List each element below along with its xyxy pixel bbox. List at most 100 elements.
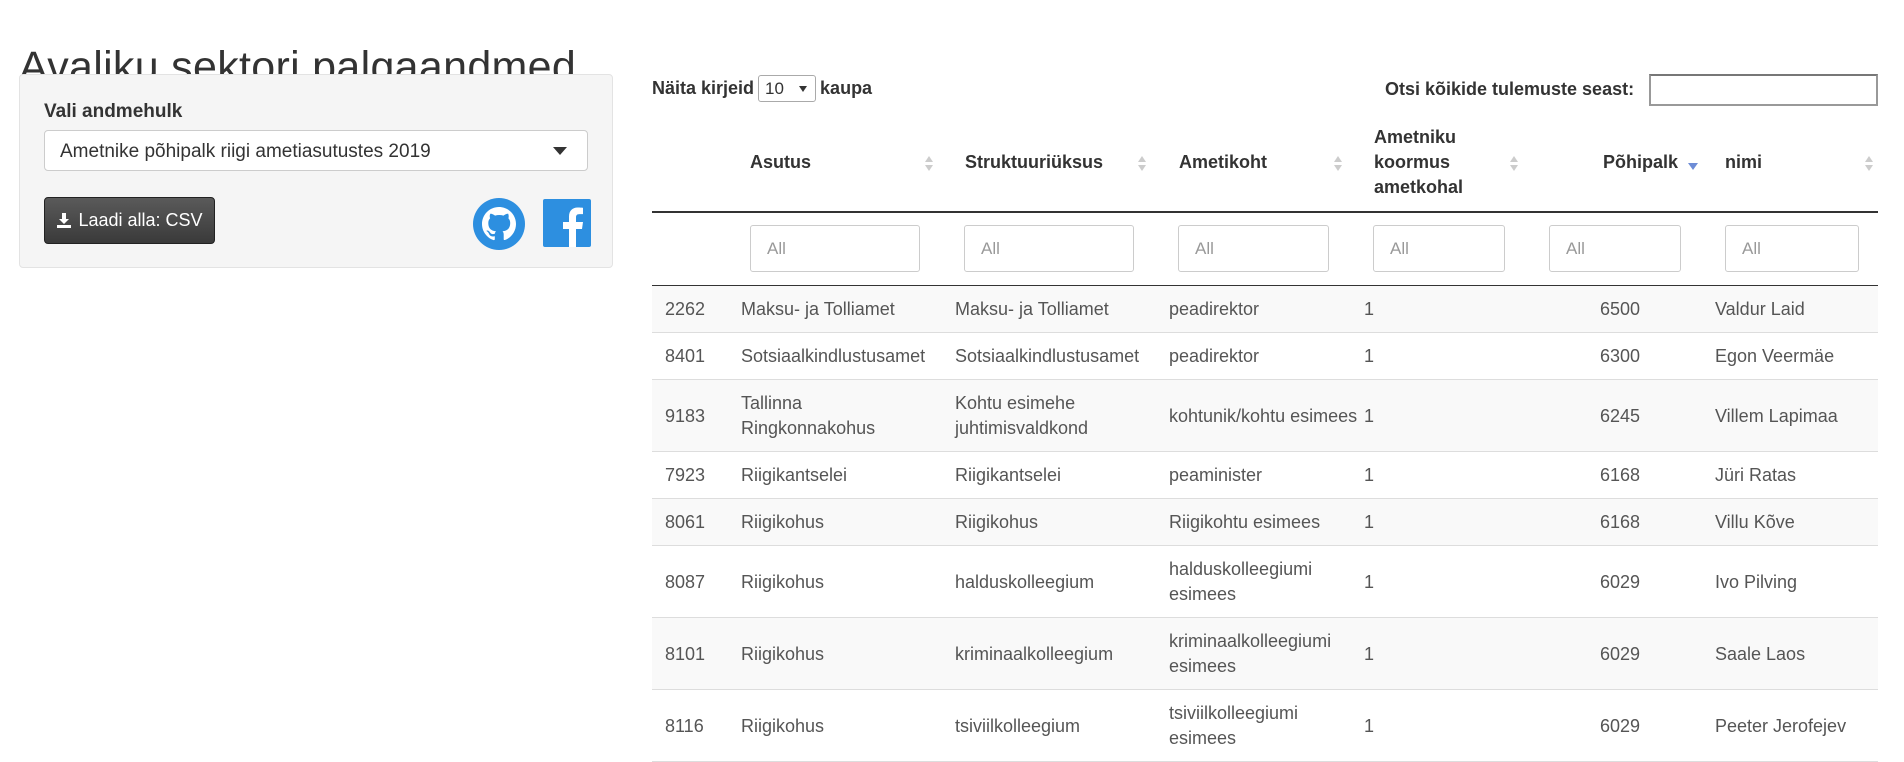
dataset-select[interactable]: Ametnike põhipalk riigi ametiasutustes 2… xyxy=(44,130,588,171)
cell-id: 8087 xyxy=(665,572,706,592)
cell-koormus: 1 xyxy=(1364,299,1375,319)
table-row: 7923 Riigikantselei Riigikantselei peaminis… xyxy=(652,452,1878,499)
cell-id: 7923 xyxy=(665,465,706,485)
filter-input-ametikoht[interactable]: All xyxy=(1178,225,1329,272)
cell-asutus: Riigikohus xyxy=(741,512,825,532)
cell-ametikoht: peadirektor xyxy=(1169,299,1260,319)
cell-koormus: 1 xyxy=(1364,346,1375,366)
cell-id: 8101 xyxy=(665,644,706,664)
page-length-value: 10 xyxy=(765,79,784,98)
col-header-struktuur[interactable]: Struktuuriüksus xyxy=(965,150,1103,175)
page-length-suffix: kaupa xyxy=(820,78,873,98)
table-row: 8087 Riigikohus halduskolleegium halduskoll… xyxy=(652,546,1878,618)
table-row: 9183 Tallinna Ringkonnakohus Kohtu esimehe… xyxy=(652,380,1878,452)
cell-pohipalk: 6168 xyxy=(1599,512,1640,532)
table-row: 8116 Riigikohus tsiviilkolleegium tsiviilko… xyxy=(652,690,1878,762)
cell-id: 2262 xyxy=(665,299,706,319)
cell-ametikoht: Riigikohtu esimees xyxy=(1169,512,1321,532)
page-length-select[interactable]: 10 xyxy=(758,75,817,102)
cell-pohipalk: 6029 xyxy=(1599,572,1640,592)
cell-pohipalk: 6168 xyxy=(1599,465,1640,485)
cell-ametikoht: peadirektor xyxy=(1169,346,1260,366)
dataset-label: Vali andmehulk xyxy=(44,101,183,122)
col-header-pohipalk[interactable]: Põhipalk xyxy=(1603,150,1678,175)
cell-nimi: Saale Laos xyxy=(1715,644,1806,664)
cell-asutus: Riigikantselei xyxy=(741,465,848,485)
chevron-down-icon xyxy=(799,86,808,92)
cell-id: 9183 xyxy=(665,406,706,426)
filter-row: All All All All All All xyxy=(652,213,1878,286)
sort-desc-icon xyxy=(1688,163,1698,170)
table-row: 2262 Maksu- ja Tolliamet Maksu- ja Tolliam… xyxy=(652,286,1878,333)
cell-ametikoht: kohtunik/kohtu esimees xyxy=(1169,406,1358,426)
page-length-prefix: Näita kirjeid xyxy=(652,78,755,98)
dataset-select-value: Ametnike põhipalk riigi ametiasutustes 2… xyxy=(60,141,431,162)
cell-koormus: 1 xyxy=(1364,465,1375,485)
page-length-control: Näita kirjeid 10 kaupa xyxy=(652,75,872,102)
sort-icon xyxy=(1510,156,1518,172)
cell-pohipalk: 6500 xyxy=(1599,299,1640,319)
search-label: Otsi kõikide tulemuste seast: xyxy=(1385,79,1635,99)
cell-struktuur: tsiviilkolleegium xyxy=(955,716,1081,736)
sort-icon xyxy=(1138,156,1146,172)
sidebar-panel: Vali andmehulk Ametnike põhipalk riigi a… xyxy=(19,74,613,268)
filter-input-pohipalk[interactable]: All xyxy=(1549,225,1681,272)
cell-nimi: Peeter Jerofejev xyxy=(1715,716,1847,736)
cell-struktuur: kriminaalkolleegium xyxy=(955,644,1114,664)
filter-input-nimi[interactable]: All xyxy=(1725,225,1859,272)
github-icon[interactable] xyxy=(473,198,525,250)
cell-pohipalk: 6029 xyxy=(1599,644,1640,664)
cell-ametikoht: tsiviilkolleegiumi esimees xyxy=(1169,703,1299,748)
col-header-nimi[interactable]: nimi xyxy=(1725,150,1762,175)
table-row: 8101 Riigikohus kriminaalkolleegium krimina… xyxy=(652,618,1878,690)
cell-nimi: Egon Veermäe xyxy=(1715,346,1835,366)
cell-asutus: Riigikohus xyxy=(741,644,825,664)
cell-asutus: Sotsiaalkindlustusamet xyxy=(741,346,926,366)
chevron-down-icon xyxy=(553,147,567,155)
cell-pohipalk: 6245 xyxy=(1599,406,1640,426)
cell-struktuur: Riigikantselei xyxy=(955,465,1062,485)
cell-asutus: Tallinna Ringkonnakohus xyxy=(741,393,876,438)
download-icon xyxy=(57,213,72,228)
cell-ametikoht: peaminister xyxy=(1169,465,1263,485)
facebook-icon[interactable] xyxy=(543,199,591,247)
cell-nimi: Villu Kõve xyxy=(1715,512,1795,532)
cell-ametikoht: halduskolleegiumi esimees xyxy=(1169,559,1313,604)
table-row: 8401 Sotsiaalkindlustusamet Sotsiaalkindlu… xyxy=(652,333,1878,380)
download-csv-label: Laadi alla: CSV xyxy=(78,210,203,230)
filter-input-koormus[interactable]: All xyxy=(1373,225,1505,272)
cell-ametikoht: kriminaalkolleegiumi esimees xyxy=(1169,631,1332,676)
filter-input-asutus[interactable]: All xyxy=(750,225,920,272)
sort-icon xyxy=(1865,156,1873,172)
table-header: Asutus Struktuuriüksus Ametikoht Ametnik… xyxy=(652,118,1878,213)
download-csv-button[interactable]: Laadi alla: CSV xyxy=(44,197,215,244)
cell-struktuur: Sotsiaalkindlustusamet xyxy=(955,346,1140,366)
cell-id: 8061 xyxy=(665,512,706,532)
col-header-ametikoht[interactable]: Ametikoht xyxy=(1179,150,1267,175)
sort-icon xyxy=(1334,156,1342,172)
cell-nimi: Villem Lapimaa xyxy=(1715,406,1838,426)
cell-pohipalk: 6029 xyxy=(1599,716,1640,736)
table-body: 2262 Maksu- ja Tolliamet Maksu- ja Tolliam… xyxy=(652,286,1878,762)
cell-pohipalk: 6300 xyxy=(1599,346,1640,366)
search-input[interactable] xyxy=(1649,74,1878,106)
salary-table: Asutus Struktuuriüksus Ametikoht Ametnik… xyxy=(652,118,1878,762)
cell-koormus: 1 xyxy=(1364,644,1375,664)
col-header-asutus[interactable]: Asutus xyxy=(750,150,811,175)
cell-koormus: 1 xyxy=(1364,716,1375,736)
cell-id: 8401 xyxy=(665,346,706,366)
cell-koormus: 1 xyxy=(1364,406,1375,426)
cell-nimi: Valdur Laid xyxy=(1715,299,1805,319)
cell-koormus: 1 xyxy=(1364,572,1375,592)
cell-struktuur: Riigikohus xyxy=(955,512,1039,532)
cell-struktuur: Kohtu esimehe juhtimisvaldkond xyxy=(955,393,1089,438)
cell-struktuur: halduskolleegium xyxy=(955,572,1095,592)
sort-icon xyxy=(925,156,933,172)
cell-nimi: Ivo Pilving xyxy=(1715,572,1798,592)
col-header-koormus[interactable]: Ametniku koormus ametkohal xyxy=(1374,125,1494,200)
cell-struktuur: Maksu- ja Tolliamet xyxy=(955,299,1109,319)
cell-asutus: Maksu- ja Tolliamet xyxy=(741,299,895,319)
cell-asutus: Riigikohus xyxy=(741,572,825,592)
filter-input-struktuur[interactable]: All xyxy=(964,225,1134,272)
cell-koormus: 1 xyxy=(1364,512,1375,532)
